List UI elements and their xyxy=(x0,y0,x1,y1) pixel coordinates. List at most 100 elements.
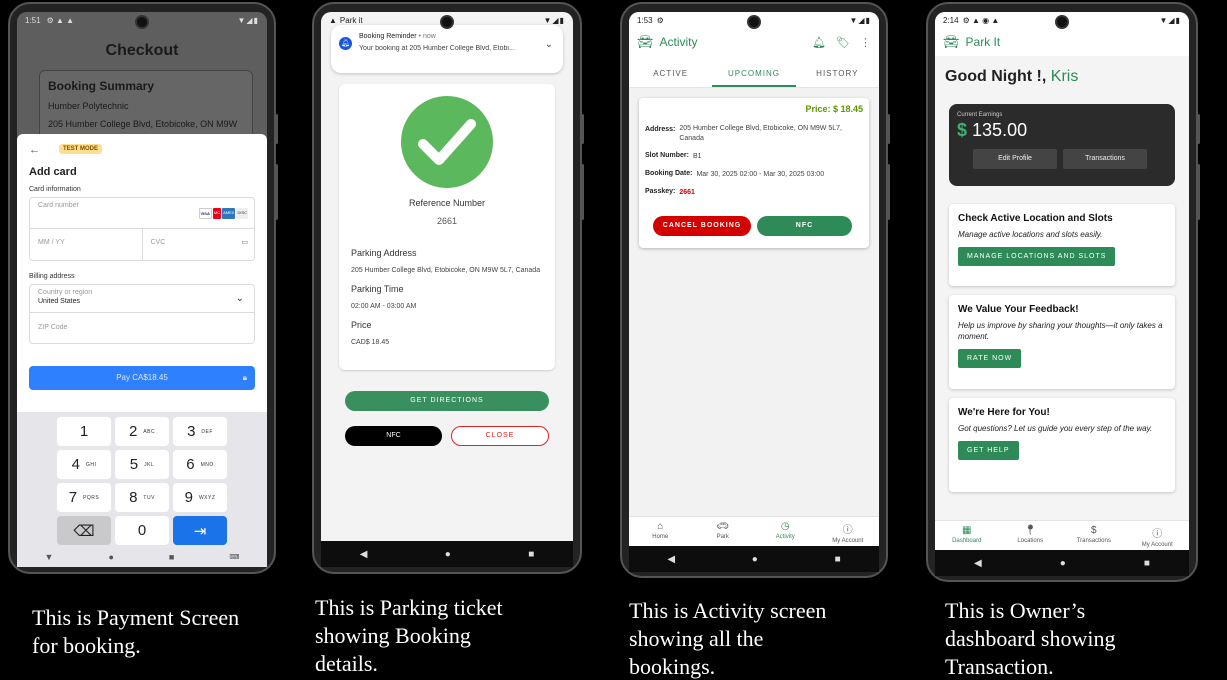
cancel-booking-button[interactable]: CANCEL BOOKING xyxy=(653,216,751,236)
card-number-input[interactable]: Card number VISA MC AMEX DISC xyxy=(30,198,254,229)
tag-icon[interactable]: 🏷︎ xyxy=(836,36,850,49)
keyboard-icon[interactable]: ⌨ xyxy=(229,553,239,561)
expiry-input[interactable]: MM / YY xyxy=(30,229,143,260)
rate-now-button[interactable]: RATE NOW xyxy=(958,349,1022,368)
reference-number-label: Reference Number xyxy=(408,198,486,208)
help-card: We're Here for You! Got questions? Let u… xyxy=(949,398,1175,492)
zip-input[interactable]: ZIP Code xyxy=(30,313,254,343)
page-title: Activity xyxy=(659,35,698,49)
locations-card: Check Active Location and Slots Manage a… xyxy=(949,204,1175,286)
recents-nav-icon[interactable]: ■ xyxy=(528,549,534,560)
tab-upcoming[interactable]: UPCOMING xyxy=(712,60,796,87)
amex-icon: AMEX xyxy=(222,208,236,219)
key-2[interactable]: 2 ABC xyxy=(115,417,169,446)
tab-history[interactable]: HISTORY xyxy=(796,60,879,87)
nav-transactions[interactable]: $ Transactions xyxy=(1062,521,1126,550)
booking-summary-title: Booking Summary xyxy=(48,79,155,93)
country-select[interactable]: Country or region United States ⌄ xyxy=(30,285,254,313)
nav-park[interactable]: 🚗︎ Park xyxy=(692,517,755,546)
home-nav-icon[interactable]: ● xyxy=(445,549,451,560)
grid-icon: ▦ xyxy=(962,525,972,536)
phone-frame-ticket: ▲ Park it ▼◢▮ 🔔︎ Booking Reminder • now … xyxy=(312,2,584,574)
nfc-button[interactable]: NFC xyxy=(757,216,852,236)
close-button[interactable]: CLOSE xyxy=(451,426,549,446)
dollar-sign: $ xyxy=(957,120,968,140)
address-key: Address: xyxy=(645,126,676,133)
recents-nav-icon[interactable]: ■ xyxy=(1144,558,1150,569)
home-nav-icon[interactable]: ● xyxy=(108,552,113,562)
booking-summary-line: 205 Humber College Blvd, Etobicoke, ON M… xyxy=(48,119,238,129)
back-nav-icon[interactable]: ◀ xyxy=(974,558,982,569)
nav-dashboard[interactable]: ▦ Dashboard xyxy=(935,521,999,550)
notification-body: Your booking at 205 Humber College Blvd,… xyxy=(359,45,515,52)
bell-icon[interactable]: 🔔︎ xyxy=(812,36,826,49)
add-card-sheet: ← TEST MODE Add card Card information Ca… xyxy=(17,134,267,412)
status-app-name: Park it xyxy=(339,15,363,25)
status-icons: ⚙ ▲ ▲ xyxy=(46,15,75,25)
status-icons: ⚙ xyxy=(656,15,664,25)
key-0[interactable]: 0 xyxy=(115,516,169,545)
status-signal-icon: ▼◢▮ xyxy=(237,15,259,25)
home-icon: ⌂ xyxy=(657,521,664,532)
transactions-button[interactable]: Transactions xyxy=(1063,149,1147,169)
slot-key: Slot Number: xyxy=(645,152,689,159)
key-7[interactable]: 7 PQRS xyxy=(57,483,111,512)
key-3[interactable]: 3 DEF xyxy=(173,417,227,446)
owner-dashboard-screen: 2:14 ⚙ ▲ ◉ ▲ ▼◢▮ 🚘︎ Park It Good Night !… xyxy=(935,12,1189,576)
nav-locations[interactable]: 📍︎ Locations xyxy=(999,521,1063,550)
key-8[interactable]: 8 TUV xyxy=(115,483,169,512)
more-vert-icon[interactable]: ⋮ xyxy=(860,36,871,49)
back-nav-icon[interactable]: ◀ xyxy=(360,549,368,560)
parking-address-label: Parking Address xyxy=(351,248,417,258)
app-title: Park It xyxy=(965,35,1001,49)
chevron-down-icon[interactable]: ⌄ xyxy=(545,39,553,50)
key-5[interactable]: 5 JKL xyxy=(115,450,169,479)
front-camera xyxy=(747,15,761,29)
manage-locations-button[interactable]: MANAGE LOCATIONS AND SLOTS xyxy=(958,247,1116,266)
get-help-button[interactable]: GET HELP xyxy=(958,441,1019,460)
notification-time: • now xyxy=(418,33,436,40)
home-nav-icon[interactable]: ● xyxy=(752,554,758,565)
user-name: Kris xyxy=(1050,68,1079,85)
booking-card: Price: $ 18.45 Address: 205 Humber Colle… xyxy=(639,98,869,248)
get-directions-button[interactable]: GET DIRECTIONS xyxy=(345,391,549,411)
bottom-navigation: ▦ Dashboard 📍︎ Locations $ Transactions ⓘ My… xyxy=(935,520,1189,550)
booking-reminder-notification[interactable]: 🔔︎ Booking Reminder • now Your booking a… xyxy=(331,25,563,73)
caption-activity: This is Activity screen showing all the … xyxy=(629,598,827,679)
backspace-key[interactable]: ⌫ xyxy=(57,516,111,545)
booking-price: Price: $ 18.45 xyxy=(805,104,863,114)
home-nav-icon[interactable]: ● xyxy=(1060,558,1066,569)
location-pin-icon: 📍︎ xyxy=(1023,525,1037,536)
tab-active[interactable]: ACTIVE xyxy=(629,60,712,87)
nav-activity[interactable]: ◷ Activity xyxy=(754,517,817,546)
nav-my-account[interactable]: ⓘ My Account xyxy=(1126,521,1190,550)
key-6[interactable]: 6 MNO xyxy=(173,450,227,479)
bell-icon: 🔔︎ xyxy=(339,37,352,50)
greeting: Good Night !, Kris xyxy=(945,68,1079,85)
key-4[interactable]: 4 GHI xyxy=(57,450,111,479)
nav-my-account[interactable]: ⓘ My Account xyxy=(817,517,880,546)
back-nav-icon[interactable]: ◀ xyxy=(667,554,675,565)
edit-profile-button[interactable]: Edit Profile xyxy=(973,149,1057,169)
recents-nav-icon[interactable]: ■ xyxy=(835,554,841,565)
parking-address-value: 205 Humber College Blvd, Etobicoke, ON M… xyxy=(351,267,541,274)
payment-screen: 1:51 ⚙ ▲ ▲ ▼◢▮ Checkout Booking Summary … xyxy=(17,12,267,567)
current-earnings-label: Current Earnings xyxy=(957,112,1003,118)
status-time: 2:14 xyxy=(943,15,959,25)
system-nav-bar: ◀ ● ■ xyxy=(935,550,1189,576)
back-nav-icon[interactable]: ▼ xyxy=(45,552,54,562)
phone-frame-owner: 2:14 ⚙ ▲ ◉ ▲ ▼◢▮ 🚘︎ Park It Good Night !… xyxy=(926,2,1200,582)
cvc-input[interactable]: CVC ▭ xyxy=(143,229,255,260)
key-1[interactable]: 1 xyxy=(57,417,111,446)
key-9[interactable]: 9 WXYZ xyxy=(173,483,227,512)
chevron-down-icon: ⌄ xyxy=(235,293,244,304)
nav-home[interactable]: ⌂ Home xyxy=(629,517,692,546)
pay-button[interactable]: Pay CA$18.45 🔒︎ xyxy=(29,366,255,390)
account-icon: ⓘ xyxy=(1152,529,1163,540)
earnings-amount: $ 135.00 xyxy=(957,120,1028,140)
front-camera xyxy=(1055,15,1069,29)
nfc-button[interactable]: NFC xyxy=(345,426,442,446)
recents-nav-icon[interactable]: ■ xyxy=(169,552,174,562)
next-key[interactable]: ⇥ xyxy=(173,516,227,545)
slot-value: B1 xyxy=(692,153,702,160)
